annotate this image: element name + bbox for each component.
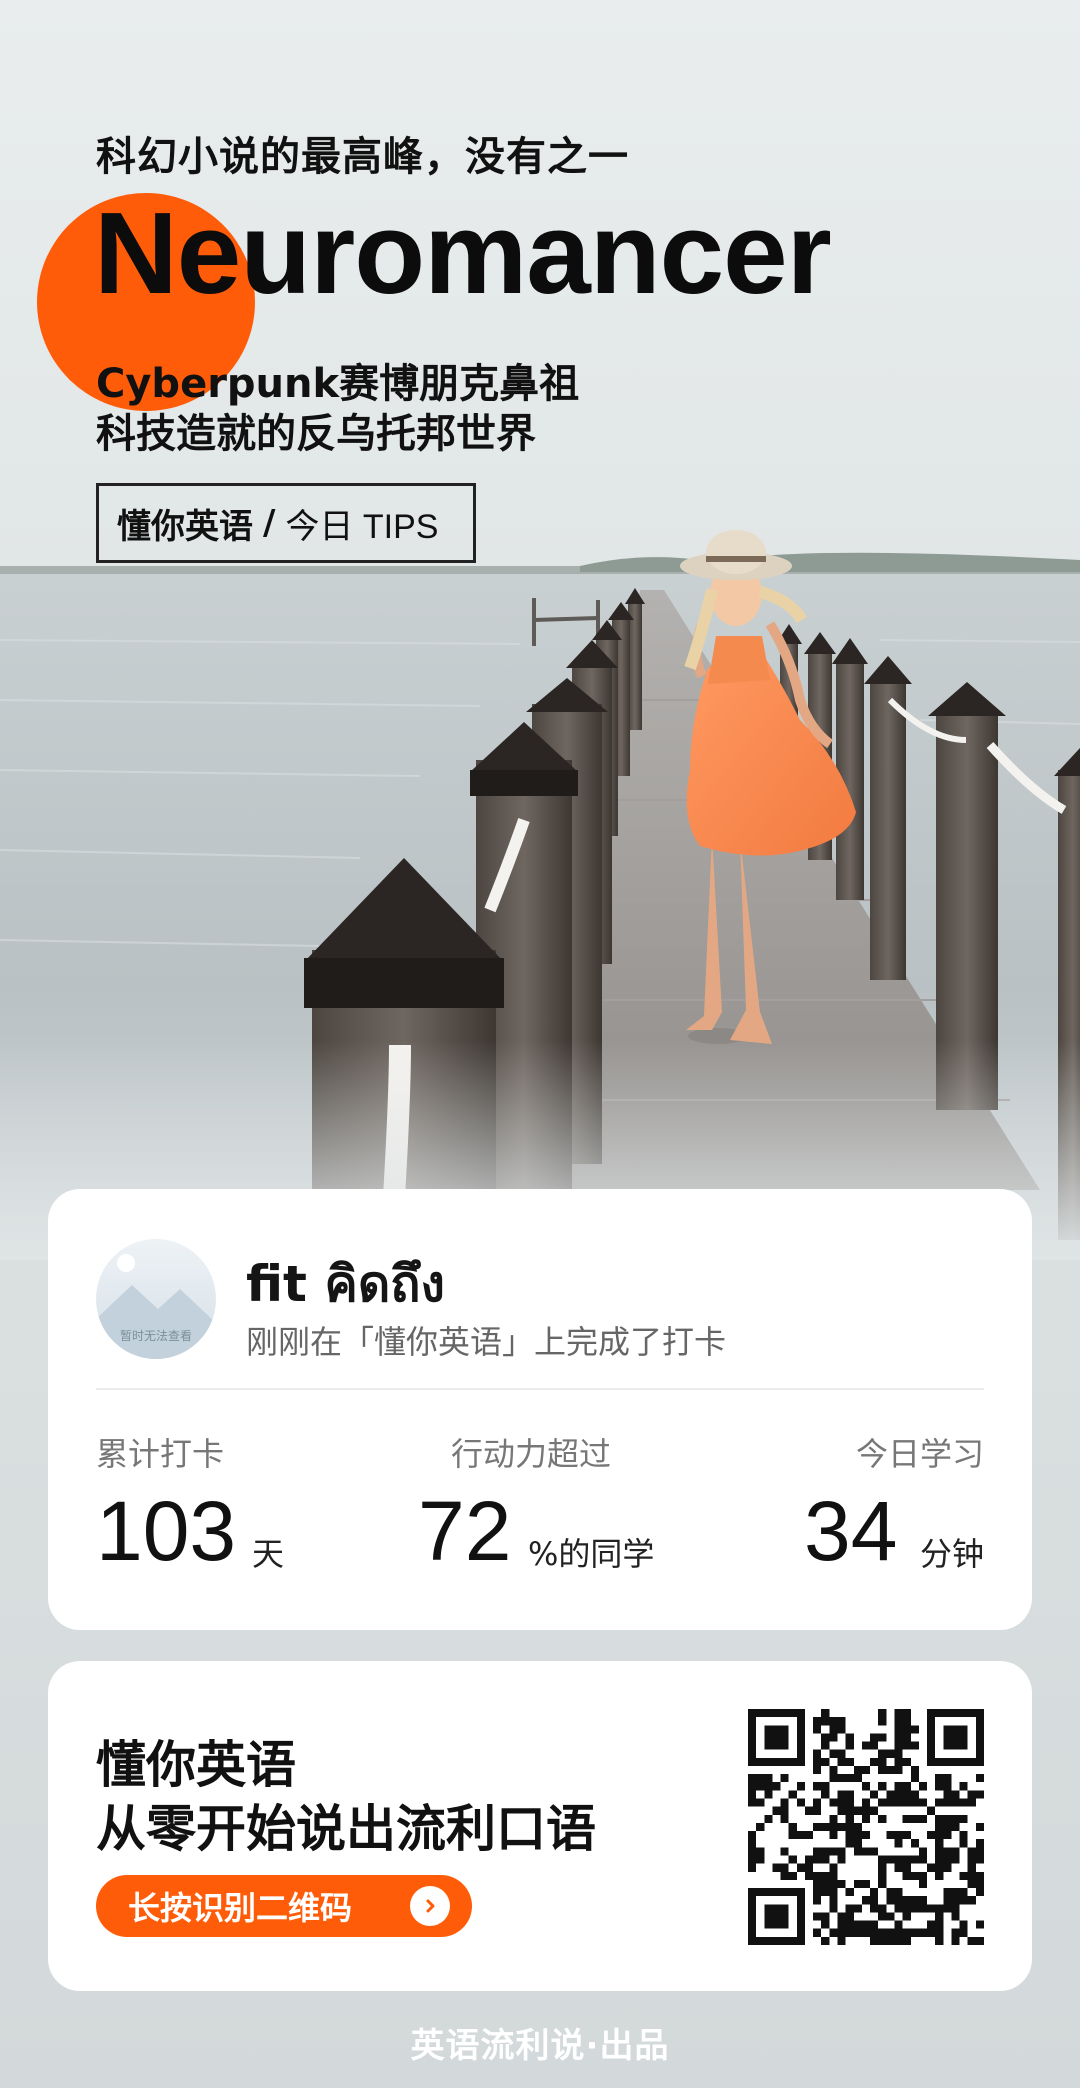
scan-qr-label: 长按识别二维码: [128, 1889, 353, 1927]
footer-credit: 英语流利说·出品: [410, 2026, 670, 2066]
promo-title: 懂你英语: [96, 1736, 296, 1794]
stat-unit-total-days: 天: [252, 1535, 285, 1573]
share-poster: 科幻小说的最高峰，没有之一 Neuromancer Cyberpunk赛博朋克鼻…: [0, 0, 1080, 2088]
tagline: 科幻小说的最高峰，没有之一: [96, 134, 629, 180]
avatar-caption: 暂时无法查看: [119, 1329, 192, 1343]
stat-label-today: 今日学习: [855, 1435, 984, 1473]
divider: [96, 1388, 984, 1390]
chevron-right-icon: [410, 1886, 450, 1926]
promo-card: 懂你英语 从零开始说出流利口语 长按识别二维码: [48, 1661, 1032, 1991]
book-title: Neuromancer: [94, 188, 832, 318]
checkin-message: 刚刚在「懂你英语」上完成了打卡: [246, 1323, 727, 1361]
promo-slogan: 从零开始说出流利口语: [96, 1800, 596, 1858]
subtitle-line-2: 科技造就的反乌托邦世界: [96, 411, 536, 457]
stat-unit-action: %的同学: [528, 1535, 655, 1573]
brand-separator: /: [263, 503, 276, 543]
stat-value-today: 34: [804, 1484, 898, 1578]
tips-label: 今日 TIPS: [285, 507, 439, 546]
stat-label-action: 行动力超过: [451, 1435, 612, 1473]
username: fit คิดถึง: [246, 1255, 445, 1313]
stat-unit-today: 分钟: [919, 1535, 984, 1573]
subtitle-line-1: Cyberpunk赛博朋克鼻祖: [96, 361, 580, 407]
avatar[interactable]: 暂时无法查看: [96, 1239, 216, 1359]
stat-value-action: 72: [418, 1484, 512, 1578]
stat-value-total-days: 103: [96, 1484, 237, 1578]
qr-code-icon[interactable]: [748, 1709, 984, 1945]
checkin-card: 暂时无法查看 fit คิดถึง 刚刚在「懂你英语」上完成了打卡 累计打卡 1…: [48, 1189, 1032, 1630]
brand-name: 懂你英语: [117, 506, 253, 547]
scan-qr-button[interactable]: 长按识别二维码: [96, 1875, 472, 1937]
brand-tips-box: 懂你英语 / 今日 TIPS: [96, 483, 476, 563]
stat-label-total-days: 累计打卡: [96, 1435, 225, 1473]
